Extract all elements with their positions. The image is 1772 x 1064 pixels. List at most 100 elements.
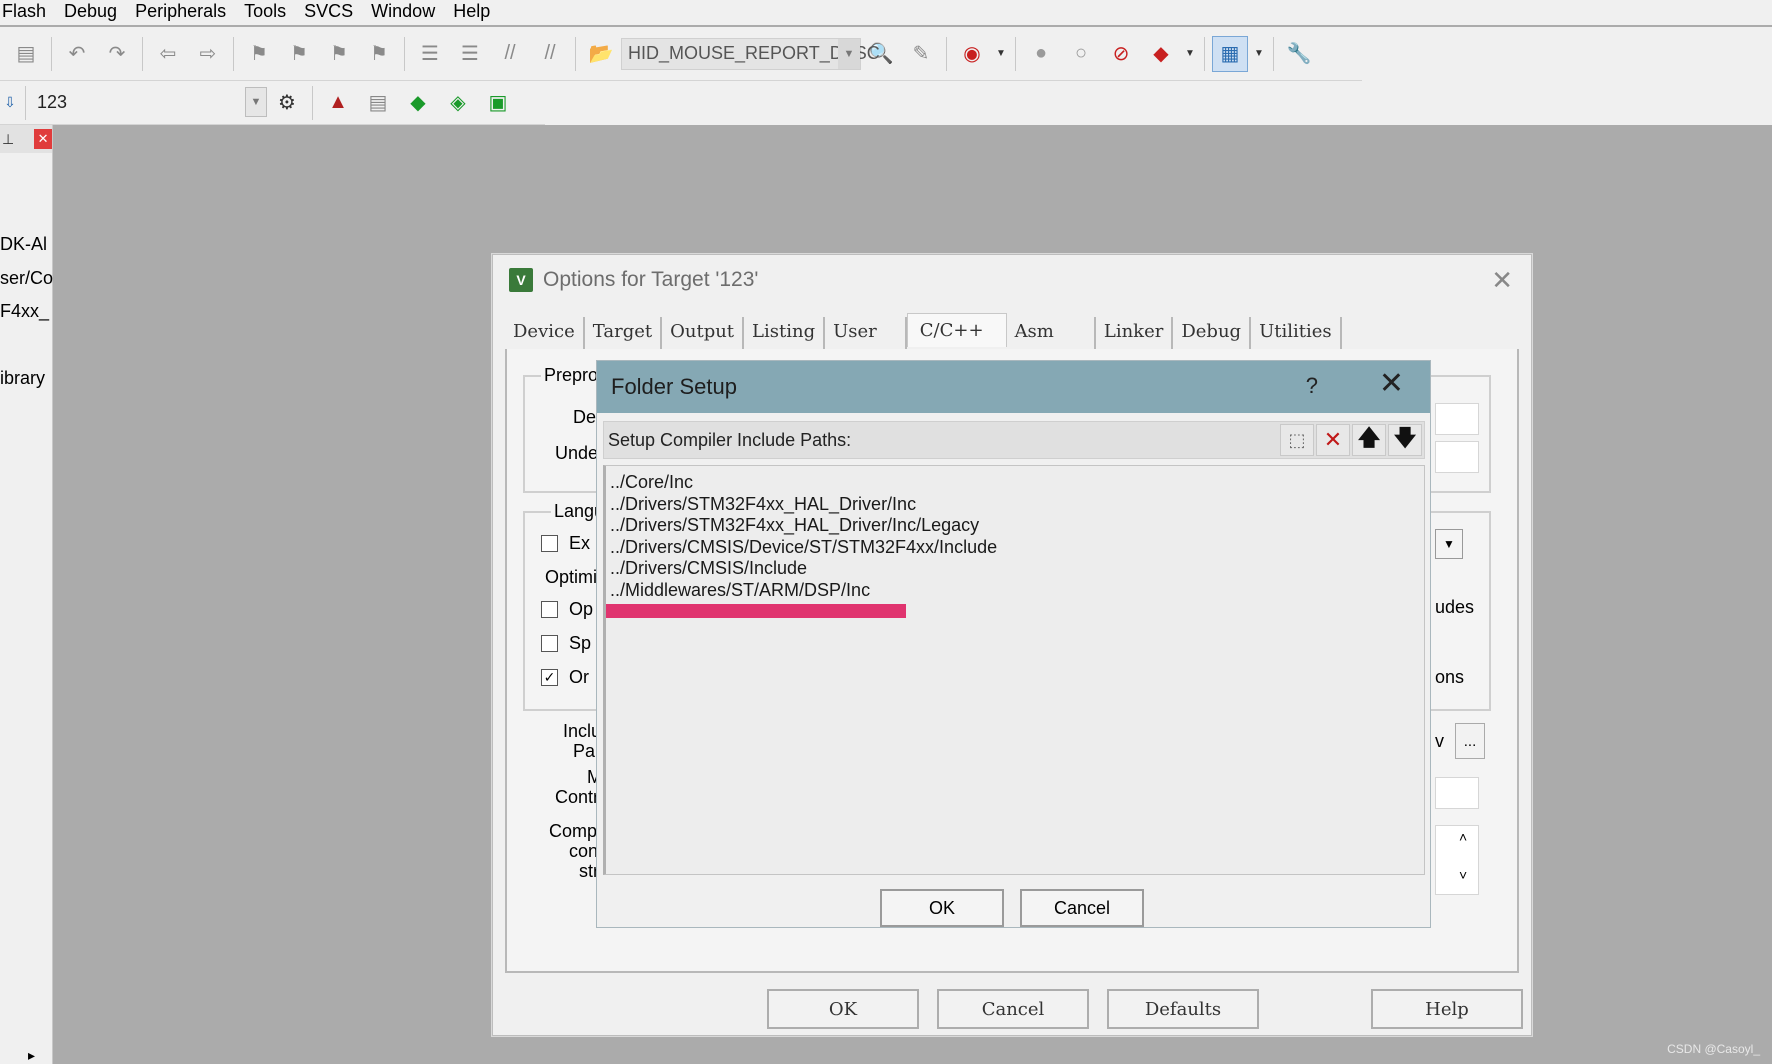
project-tree-item[interactable]: ibrary — [0, 368, 45, 389]
menu-window[interactable]: Window — [362, 0, 444, 25]
find-in-files-icon[interactable]: 📂 — [583, 36, 619, 72]
paste-icon[interactable]: ▤ — [8, 36, 44, 72]
load-icon[interactable]: ⇩ — [0, 85, 20, 121]
chevron-down-icon[interactable]: ˅ — [1459, 867, 1467, 883]
optimize-for-time-checkbox[interactable] — [541, 601, 558, 618]
tab-utilities[interactable]: Utilities — [1251, 317, 1342, 349]
nav-forward-icon[interactable]: ⇨ — [190, 36, 226, 72]
breakpoint-disable-icon[interactable]: ○ — [1063, 36, 1099, 72]
menu-svcs[interactable]: SVCS — [295, 0, 362, 25]
list-item[interactable]: ../Middlewares/ST/ARM/DSP/Inc — [606, 580, 1424, 602]
chevron-up-icon[interactable]: ˄ — [1459, 829, 1467, 845]
project-tree-item[interactable]: ser/Co — [0, 268, 53, 289]
menu-help[interactable]: Help — [444, 0, 499, 25]
target-combo[interactable]: 123 ▼ — [31, 86, 267, 119]
menu-peripherals[interactable]: Peripherals — [126, 0, 235, 25]
tab-device[interactable]: Device — [505, 317, 585, 349]
list-item[interactable]: ../Core/Inc — [606, 472, 1424, 494]
help-icon[interactable]: ? — [1306, 373, 1318, 399]
incremental-find-icon[interactable]: ✎ — [903, 36, 939, 72]
window-layout-icon[interactable]: ▦ — [1212, 35, 1248, 72]
project-tree-item[interactable]: F4xx_ — [0, 301, 49, 322]
defaults-button[interactable]: Defaults — [1107, 989, 1259, 1029]
nav-back-icon[interactable]: ⇦ — [150, 36, 186, 72]
include-paths-toolbar: ⬚ ✕ 🡅 🡇 — [1280, 424, 1422, 456]
function-combo[interactable]: HID_MOUSE_REPORT_DESC ▼ — [621, 37, 880, 70]
indent-icon[interactable]: ☰ — [412, 36, 448, 72]
toolbar-separator — [1273, 36, 1274, 71]
breakpoint-icon[interactable]: ● — [1023, 36, 1059, 72]
bookmark-prev-icon[interactable]: ⚑ — [281, 36, 317, 72]
move-down-icon[interactable]: 🡇 — [1388, 424, 1422, 456]
chevron-down-icon[interactable]: ▼ — [1183, 36, 1197, 72]
close-icon[interactable]: ✕ — [1491, 265, 1513, 296]
split-load-store-checkbox[interactable] — [541, 635, 558, 652]
comment-icon[interactable]: // — [492, 36, 528, 72]
browse-include-paths-button[interactable]: ... — [1455, 723, 1485, 759]
close-icon[interactable]: ✕ — [34, 129, 52, 149]
build-toolbar: ⇩ 123 ▼ ⚙ ▲ ▤ ◆ ◈ ▣ — [0, 81, 545, 125]
undefine-field[interactable] — [1435, 441, 1479, 473]
toolbar-separator — [142, 36, 143, 71]
debug-session-icon[interactable]: ◉ — [954, 36, 990, 72]
options-for-target-icon[interactable]: ⚙ — [269, 85, 305, 121]
warnings-select[interactable]: ▼ — [1435, 529, 1463, 559]
select-packs-icon[interactable]: ◈ — [440, 85, 476, 121]
breakpoints-kill-all-icon[interactable]: ◆ — [1143, 36, 1179, 72]
tab-output[interactable]: Output — [662, 317, 745, 349]
project-tree-item[interactable]: DK-Al — [0, 234, 47, 255]
list-item[interactable]: ../Drivers/STM32F4xx_HAL_Driver/Inc/Lega… — [606, 515, 1424, 537]
manage-project-items-icon[interactable]: ▤ — [360, 85, 396, 121]
folder-setup-cancel-button[interactable]: Cancel — [1020, 889, 1144, 927]
misc-controls-field[interactable] — [1435, 777, 1479, 809]
toolbar-separator — [404, 36, 405, 71]
optimize-for-time-label: Op — [569, 599, 594, 620]
ok-button[interactable]: OK — [767, 989, 919, 1029]
list-item[interactable]: ../Drivers/STM32F4xx_HAL_Driver/Inc — [606, 494, 1424, 516]
chevron-down-icon[interactable]: ▼ — [838, 38, 860, 69]
folder-setup-ok-button[interactable]: OK — [880, 889, 1004, 927]
chevron-down-icon[interactable]: ▼ — [994, 36, 1008, 72]
pin-icon[interactable]: ⊥ — [2, 131, 14, 148]
bookmark-icon[interactable]: ⚑ — [241, 36, 277, 72]
undo-icon[interactable]: ↶ — [59, 36, 95, 72]
include-paths-list[interactable]: ../Core/Inc ../Drivers/STM32F4xx_HAL_Dri… — [603, 465, 1425, 875]
breakpoints-disable-all-icon[interactable]: ⊘ — [1103, 36, 1139, 72]
chevron-down-icon[interactable]: ▼ — [1252, 36, 1266, 72]
bookmark-clear-icon[interactable]: ⚑ — [361, 36, 397, 72]
manage-rte-icon[interactable]: ◆ — [400, 85, 436, 121]
bookmark-next-icon[interactable]: ⚑ — [321, 36, 357, 72]
uncomment-icon[interactable]: // — [532, 36, 568, 72]
unindent-icon[interactable]: ☰ — [452, 36, 488, 72]
tab-linker[interactable]: Linker — [1096, 317, 1174, 349]
configure-wrench-icon[interactable]: 🔧 — [1281, 36, 1317, 72]
move-up-icon[interactable]: 🡅 — [1352, 424, 1386, 456]
execute-only-code-checkbox[interactable] — [541, 535, 558, 552]
tab-listing[interactable]: Listing — [744, 317, 826, 349]
list-item[interactable]: ../Drivers/CMSIS/Include — [606, 558, 1424, 580]
tab-asm[interactable]: Asm — [1007, 317, 1096, 349]
file-extensions-icon[interactable]: ▲ — [320, 85, 356, 121]
delete-icon[interactable]: ✕ — [1316, 424, 1350, 456]
tab-c-cpp[interactable]: C/C++ — [906, 313, 1007, 347]
help-button[interactable]: Help — [1371, 989, 1523, 1029]
menu-flash[interactable]: Flash — [0, 0, 55, 25]
redo-icon[interactable]: ↷ — [99, 36, 135, 72]
one-elf-section-checkbox[interactable]: ✓ — [541, 669, 558, 686]
watermark: CSDN @Casoyl_ — [1667, 1042, 1760, 1056]
close-icon[interactable]: ✕ — [1379, 369, 1404, 399]
main-toolbar: ▤ ↶ ↷ ⇦ ⇨ ⚑ ⚑ ⚑ ⚑ ☰ ☰ // // 📂 HID_MOUSE_… — [0, 27, 1362, 81]
new-folder-icon[interactable]: ⬚ — [1280, 424, 1314, 456]
tab-user[interactable]: User — [825, 317, 907, 349]
tab-target[interactable]: Target — [585, 317, 663, 349]
chevron-down-icon[interactable]: ▼ — [245, 86, 267, 117]
menu-debug[interactable]: Debug — [55, 0, 126, 25]
pack-installer-icon[interactable]: ▣ — [480, 85, 516, 121]
cancel-button[interactable]: Cancel — [937, 989, 1089, 1029]
highlighted-new-entry[interactable] — [606, 603, 906, 618]
define-field[interactable] — [1435, 403, 1479, 435]
tab-debug[interactable]: Debug — [1173, 317, 1252, 349]
no-auto-includes-label: udes — [1435, 597, 1475, 618]
menu-tools[interactable]: Tools — [235, 0, 295, 25]
list-item[interactable]: ../Drivers/CMSIS/Device/ST/STM32F4xx/Inc… — [606, 537, 1424, 559]
